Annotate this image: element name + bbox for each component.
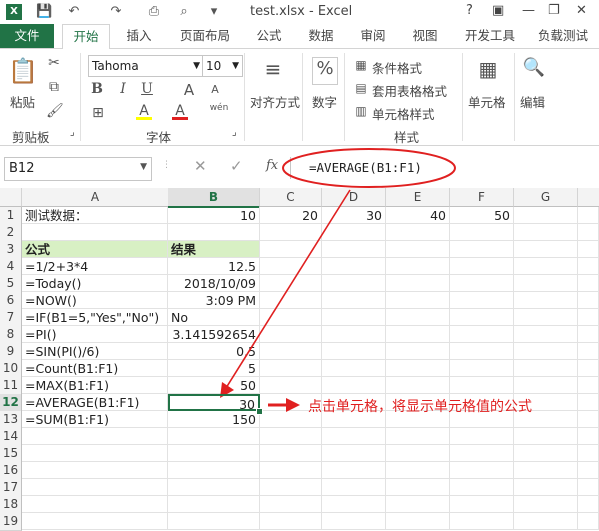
annotation-text: 点击单元格，将显示单元格值的公式	[308, 399, 532, 415]
fill-handle[interactable]	[256, 408, 263, 415]
cell-a1[interactable]: 测试数据：	[22, 207, 168, 224]
selected-cell-b12[interactable]: 30	[168, 394, 260, 412]
diagonal-arrow-line	[225, 189, 351, 389]
annotation-arrows	[220, 189, 351, 412]
right-arrow-head	[286, 398, 300, 412]
